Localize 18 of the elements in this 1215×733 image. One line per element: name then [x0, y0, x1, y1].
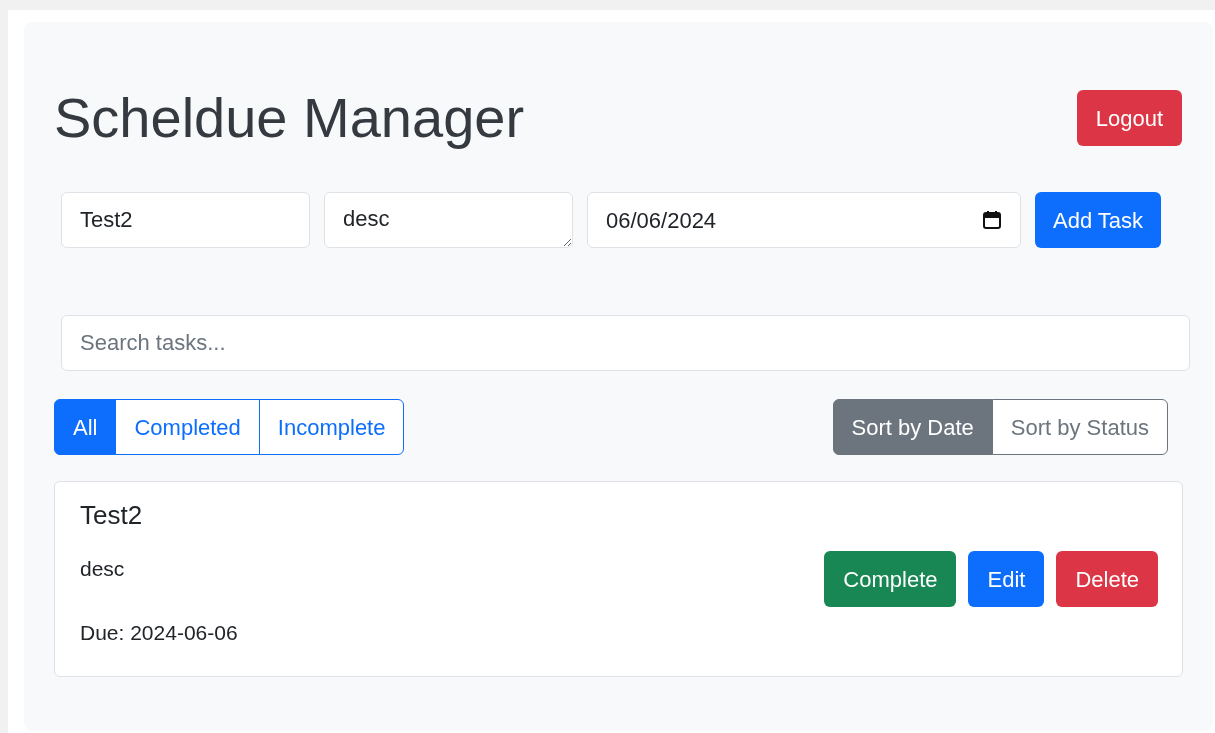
date-input[interactable]: 06/06/2024 — [587, 192, 1021, 248]
logout-button[interactable]: Logout — [1076, 90, 1182, 146]
task-due-date: Due: 2024-06-06 — [80, 619, 238, 646]
search-field[interactable]: Search tasks... — [61, 315, 1190, 371]
edit-button[interactable]: Edit — [968, 551, 1045, 607]
task-description: desc — [80, 556, 126, 582]
sort-tab[interactable]: Sort by Date — [832, 399, 993, 455]
title-input[interactable]: Test2 — [61, 192, 310, 248]
sort-tab[interactable]: Sort by Status — [991, 399, 1168, 455]
delete-button[interactable]: Delete — [1056, 551, 1158, 607]
task-title: Test2 — [80, 499, 144, 532]
filter-tab[interactable]: All — [54, 399, 117, 455]
description-input[interactable]: desc — [324, 192, 573, 248]
filter-tab[interactable]: Completed — [115, 399, 260, 455]
complete-button[interactable]: Complete — [824, 551, 957, 607]
filter-tab[interactable]: Incomplete — [258, 399, 405, 455]
add-task-button[interactable]: Add Task — [1035, 192, 1162, 248]
calendar-icon[interactable] — [982, 210, 1002, 230]
